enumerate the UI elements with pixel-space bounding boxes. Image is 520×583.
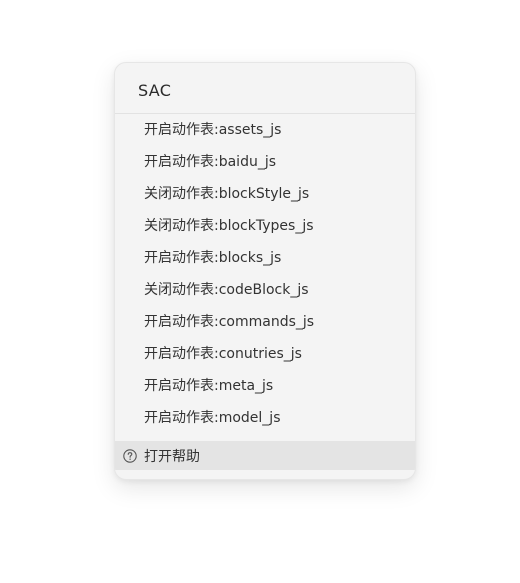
menu-item-commands-js[interactable]: 开启动作表:commands_js <box>115 306 415 338</box>
question-circle-icon <box>123 448 137 463</box>
menu-items: 开启动作表:assets_js 开启动作表:baidu_js 关闭动作表:blo… <box>115 114 415 434</box>
open-help-menu-item[interactable]: 打开帮助 <box>115 441 415 470</box>
menu-item-meta-js[interactable]: 开启动作表:meta_js <box>115 370 415 402</box>
menu-item-blockstyle-js[interactable]: 关闭动作表:blockStyle_js <box>115 178 415 210</box>
menu-item-model-js[interactable]: 开启动作表:model_js <box>115 402 415 434</box>
menu-item-blocks-js[interactable]: 开启动作表:blocks_js <box>115 242 415 274</box>
menu-item-blocktypes-js[interactable]: 关闭动作表:blockTypes_js <box>115 210 415 242</box>
context-menu: SAC 开启动作表:assets_js 开启动作表:baidu_js 关闭动作表… <box>114 62 416 480</box>
menu-item-assets-js[interactable]: 开启动作表:assets_js <box>115 114 415 146</box>
menu-item-codeblock-js[interactable]: 关闭动作表:codeBlock_js <box>115 274 415 306</box>
menu-item-baidu-js[interactable]: 开启动作表:baidu_js <box>115 146 415 178</box>
menu-item-conutries-js[interactable]: 开启动作表:conutries_js <box>115 338 415 370</box>
open-help-label: 打开帮助 <box>144 448 200 465</box>
menu-title: SAC <box>138 81 172 100</box>
